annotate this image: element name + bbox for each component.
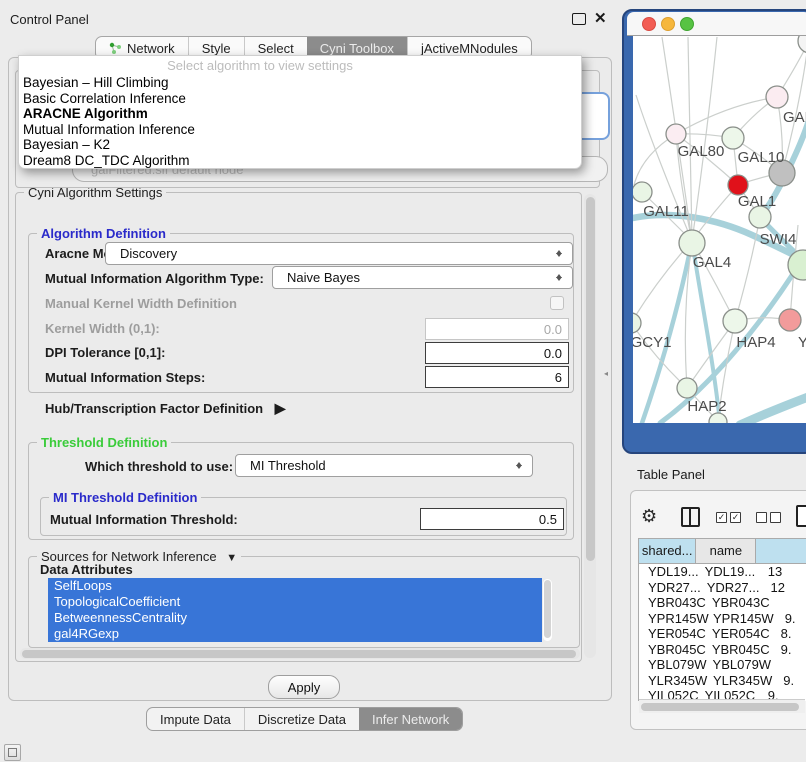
attribute-item[interactable]: SelfLoops	[48, 578, 542, 594]
table-row[interactable]: YBR045CYBR045C9.	[639, 642, 806, 658]
algorithm-option[interactable]: Mutual Information Inference	[19, 122, 581, 138]
algorithm-dropdown-list: Select algorithm to view settings Bayesi…	[18, 55, 582, 169]
deselect-all-checks-icon[interactable]	[770, 512, 781, 523]
kernel-width-label: Kernel Width (0,1):	[45, 321, 160, 336]
hub-definition-toggle[interactable]: Hub/Transcription Factor Definition ▶	[45, 400, 286, 417]
panel-title: Control Panel	[10, 12, 89, 27]
node-salmon[interactable]	[779, 309, 801, 331]
algorithm-option[interactable]: Basic Correlation Inference	[19, 91, 581, 107]
select-all-checks-icon[interactable]: ✓	[730, 512, 741, 523]
network-icon	[109, 42, 122, 55]
mi-threshold-label: Mutual Information Threshold:	[50, 512, 238, 527]
data-attributes-label: Data Attributes	[40, 562, 133, 577]
table-row[interactable]: YER054CYER054C8.	[639, 626, 806, 642]
table-row[interactable]: YLR345WYLR345W9.	[639, 673, 806, 689]
data-attributes-list[interactable]: SelfLoops TopologicalCoefficient Between…	[48, 578, 542, 642]
node-gal10[interactable]	[722, 127, 744, 149]
table-row[interactable]: YPR145WYPR145W9.	[639, 611, 806, 627]
mi-steps-label: Mutual Information Steps:	[45, 370, 205, 385]
node-label: GAL80	[678, 143, 725, 160]
attributes-scrollbar[interactable]	[543, 579, 552, 641]
mi-type-label: Mutual Information Algorithm Type:	[45, 271, 264, 286]
node-label: GAL1	[738, 193, 776, 210]
algorithm-definition-title: Algorithm Definition	[37, 226, 170, 241]
node-hap2[interactable]	[677, 378, 697, 398]
tab-discretize-data[interactable]: Discretize Data	[244, 708, 359, 730]
aracne-mode-combo[interactable]: Discovery	[105, 242, 573, 265]
spinner-arrows-icon	[555, 271, 563, 284]
algorithm-option[interactable]: Bayesian – Hill Climbing	[19, 75, 581, 91]
node-label: GAL4	[693, 254, 731, 271]
algorithm-option[interactable]: Bayesian – K2	[19, 137, 581, 153]
node-label: HAP2	[687, 398, 726, 415]
node-gal80[interactable]	[666, 124, 686, 144]
collapse-right-icon: ▶	[275, 400, 286, 416]
node-gal4[interactable]	[679, 230, 705, 256]
select-all-checks-icon[interactable]: ✓	[716, 512, 727, 523]
node-gal8[interactable]	[766, 86, 788, 108]
gear-icon[interactable]: ⚙	[641, 506, 657, 527]
which-threshold-label: Which threshold to use:	[85, 459, 233, 474]
node-label: Y	[798, 334, 806, 351]
attribute-item[interactable]: BetweennessCentrality	[48, 610, 542, 626]
minimized-panel-icon[interactable]	[4, 744, 21, 761]
mi-threshold-field[interactable]: 0.5	[420, 508, 564, 530]
bottom-tabbar: Impute Data Discretize Data Infer Networ…	[146, 707, 463, 731]
kernel-width-field[interactable]: 0.0	[425, 318, 569, 340]
mi-threshold-group-title: MI Threshold Definition	[49, 490, 201, 505]
node-label: HAP4	[736, 334, 775, 351]
threshold-definition-title: Threshold Definition	[37, 435, 171, 450]
node-gal1-red[interactable]	[728, 175, 748, 195]
algorithm-option[interactable]: Dream8 DC_TDC Algorithm	[19, 153, 581, 169]
node-label: GCY1	[631, 334, 672, 351]
table-row[interactable]: YBR043CYBR043C	[639, 595, 806, 611]
columns-view-icon[interactable]	[681, 507, 700, 527]
column-header-shared-name[interactable]: shared...	[639, 539, 696, 563]
algorithm-option-selected[interactable]: ARACNE Algorithm	[19, 106, 581, 122]
spinner-arrows-icon	[555, 247, 563, 260]
node-label: GAL11	[643, 203, 689, 220]
column-header-name[interactable]: name	[696, 539, 756, 563]
tab-impute-data[interactable]: Impute Data	[147, 708, 244, 730]
apply-button[interactable]: Apply	[268, 675, 340, 699]
dpi-tolerance-label: DPI Tolerance [0,1]:	[45, 345, 165, 360]
deselect-all-checks-icon[interactable]	[756, 512, 767, 523]
mi-type-combo[interactable]: Naive Bayes	[272, 266, 573, 289]
mac-minimize-button[interactable]	[662, 18, 675, 31]
node-label: SWI4	[760, 231, 797, 248]
expand-down-icon: ▼	[226, 552, 237, 564]
mac-close-button[interactable]	[643, 18, 656, 31]
table-function-icon[interactable]	[796, 505, 806, 527]
table-row[interactable]: YDL19...YDL19...13	[639, 564, 806, 580]
node-hap4[interactable]	[723, 309, 747, 333]
node-table[interactable]: shared... name YDL19...YDL19...13 YDR27.…	[638, 538, 806, 701]
attribute-item[interactable]: gal4RGexp	[48, 626, 542, 642]
manual-kernel-label: Manual Kernel Width Definition	[45, 296, 237, 311]
node-gal11[interactable]	[632, 182, 652, 202]
mac-zoom-button[interactable]	[681, 18, 694, 31]
dpi-tolerance-field[interactable]: 0.0	[425, 342, 569, 364]
dropdown-placeholder: Select algorithm to view settings	[19, 56, 581, 75]
close-icon[interactable]: ✕	[594, 9, 607, 27]
settings-scrollbar[interactable]	[584, 194, 596, 658]
which-threshold-combo[interactable]: MI Threshold	[235, 454, 533, 477]
table-hscrollbar[interactable]	[639, 699, 805, 713]
table-row[interactable]: YDR27...YDR27...12	[639, 580, 806, 596]
attribute-item[interactable]: TopologicalCoefficient	[48, 594, 542, 610]
table-row[interactable]: YBL079WYBL079W	[639, 657, 806, 673]
node-label: GAL10	[738, 149, 785, 166]
float-panel-icon[interactable]	[572, 13, 586, 25]
node-label: GAL8	[783, 109, 806, 126]
table-panel-title: Table Panel	[637, 467, 705, 482]
tab-infer-network[interactable]: Infer Network	[359, 708, 462, 730]
column-header-partial[interactable]	[756, 539, 806, 563]
manual-kernel-checkbox[interactable]	[550, 296, 564, 310]
network-view-window[interactable]: GAL8 GAL80 GAL10 GAL1 GAL11 SWI4 GAL4 GC…	[622, 5, 806, 455]
spinner-arrows-icon	[515, 459, 523, 472]
settings-hscrollbar[interactable]	[20, 648, 580, 659]
mi-steps-field[interactable]: 6	[425, 366, 569, 388]
splitter-arrow-icon[interactable]: ◂	[604, 369, 608, 378]
